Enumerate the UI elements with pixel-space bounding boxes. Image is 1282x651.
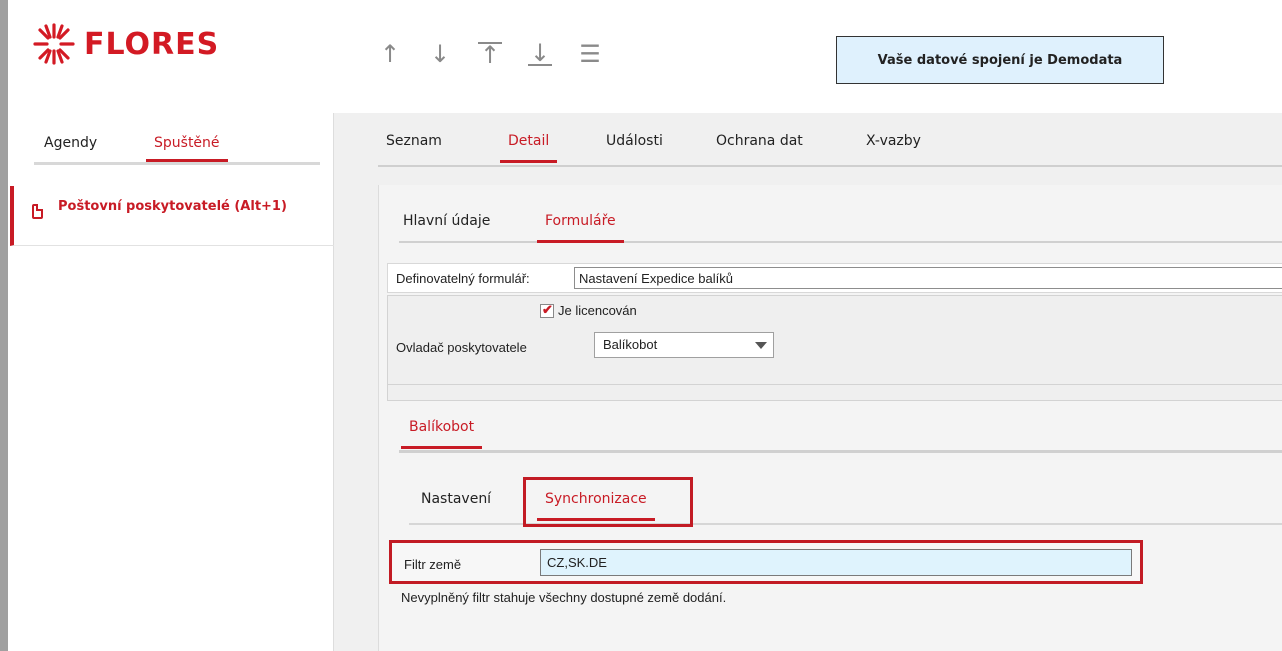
provider-options: Je licencován Ovladač poskytovatele Balí… bbox=[387, 295, 1282, 401]
main-panel: Seznam Detail Události Ochrana dat X-vaz… bbox=[334, 113, 1282, 651]
detail-area: Hlavní údaje Formuláře Definovatelný for… bbox=[378, 185, 1282, 651]
main-tabs: Seznam Detail Události Ochrana dat X-vaz… bbox=[378, 133, 1282, 167]
window-edge bbox=[0, 0, 10, 651]
sunburst-logo-icon bbox=[33, 23, 75, 65]
form-field[interactable]: Nastavení Expedice balíků bbox=[574, 267, 1282, 289]
tab-udalosti[interactable]: Události bbox=[606, 133, 663, 149]
list-item-label: Poštovní poskytovatelé (Alt+1) bbox=[58, 199, 287, 214]
filter-input[interactable]: CZ,SK.DE bbox=[540, 549, 1132, 576]
tab-formulare[interactable]: Formuláře bbox=[537, 213, 624, 243]
arrow-up-icon[interactable]: ↑ bbox=[378, 40, 402, 68]
form-select-row: Definovatelný formulář: Nastavení Expedi… bbox=[387, 263, 1282, 293]
tab-hlavni-udaje[interactable]: Hlavní údaje bbox=[403, 213, 490, 229]
flores-logo: FLORES bbox=[32, 22, 219, 66]
arrow-top-icon[interactable]: ↑ bbox=[478, 42, 502, 67]
record-navigation: ↑ ↓ ↑ ↓ ☰ bbox=[378, 40, 602, 68]
arrow-bottom-icon[interactable]: ↓ bbox=[528, 41, 552, 66]
left-tabs: Agendy Spuštěné bbox=[34, 135, 320, 165]
connection-info-box: Vaše datové spojení je Demodata bbox=[836, 36, 1164, 84]
filter-label: Filtr země bbox=[404, 557, 462, 572]
document-icon bbox=[32, 204, 43, 219]
divider bbox=[388, 384, 1282, 385]
licensed-checkbox[interactable] bbox=[540, 302, 554, 318]
left-panel: Agendy Spuštěné Poštovní poskytovatelé (… bbox=[10, 113, 334, 651]
licensed-label: Je licencován bbox=[558, 303, 637, 318]
list-item-postovni-poskytovatele[interactable]: Poštovní poskytovatelé (Alt+1) bbox=[10, 186, 334, 246]
provider-tabs: Balíkobot bbox=[399, 405, 1282, 453]
tab-seznam[interactable]: Seznam bbox=[386, 133, 442, 149]
tab-agendy[interactable]: Agendy bbox=[44, 135, 97, 151]
provider-select[interactable]: Balíkobot bbox=[594, 332, 774, 358]
tab-detail[interactable]: Detail bbox=[499, 133, 558, 163]
chevron-down-icon bbox=[755, 342, 767, 349]
arrow-down-icon[interactable]: ↓ bbox=[428, 40, 452, 68]
app-header: FLORES ↑ ↓ ↑ ↓ ☰ Vaše datové spojení je … bbox=[10, 0, 1282, 113]
tab-x-vazby[interactable]: X-vazby bbox=[866, 133, 921, 149]
logo-wordmark: FLORES bbox=[84, 26, 220, 62]
hamburger-menu-icon[interactable]: ☰ bbox=[578, 40, 602, 68]
provider-select-value: Balíkobot bbox=[603, 337, 658, 352]
tab-ochrana-dat[interactable]: Ochrana dat bbox=[716, 133, 803, 149]
form-label: Definovatelný formulář: bbox=[396, 271, 530, 286]
tab-nastaveni[interactable]: Nastavení bbox=[421, 491, 491, 507]
tab-spustene[interactable]: Spuštěné bbox=[146, 135, 228, 162]
detail-sub-tabs: Hlavní údaje Formuláře bbox=[399, 213, 1282, 243]
connection-text: Vaše datové spojení je Demodata bbox=[877, 52, 1123, 68]
filter-row-highlight: Filtr země CZ,SK.DE bbox=[389, 540, 1143, 584]
tab-balikobot[interactable]: Balíkobot bbox=[400, 419, 483, 449]
synchronizace-highlight-frame bbox=[523, 477, 693, 527]
filter-hint: Nevyplněný filtr stahuje všechny dostupn… bbox=[401, 590, 727, 605]
provider-label: Ovladač poskytovatele bbox=[396, 340, 527, 355]
